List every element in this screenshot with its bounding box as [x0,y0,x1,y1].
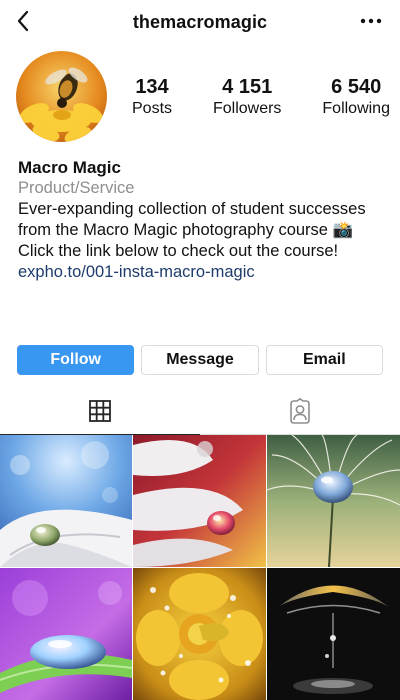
grid-icon [89,400,111,422]
profile-screen: themacromagic 134 Posts 4 151 Followers … [0,0,400,700]
bio-text-line-2: Click the link below to check out the co… [18,242,339,260]
post-thumbnail[interactable] [267,568,400,700]
following-count: 6 540 [331,76,382,98]
post-thumbnail[interactable] [267,435,400,567]
followers-count: 4 151 [222,76,273,98]
back-button[interactable] [10,8,36,34]
stat-followers[interactable]: 4 151 Followers [213,75,281,119]
chevron-left-icon [17,10,29,32]
droplet-on-petal-tip-image [133,435,266,567]
profile-display-name: Macro Magic [18,158,121,177]
tab-tagged[interactable] [200,388,400,434]
stat-posts[interactable]: 134 Posts [132,75,172,119]
more-horizontal-icon [360,18,382,24]
droplet-on-white-petal-image [0,435,132,567]
profile-avatar[interactable] [16,51,107,142]
post-thumbnail[interactable] [0,435,132,567]
post-thumbnail[interactable] [133,435,266,567]
profile-actions: Follow Message Email [17,345,383,375]
posts-count: 134 [135,76,169,98]
tab-posts-grid[interactable] [0,388,200,435]
droplet-on-leaf-purple-image [0,568,132,700]
profile-category: Product/Service [18,179,135,197]
profile-username: themacromagic [132,11,268,32]
profile-tabs [0,388,400,435]
water-splash-dark-image [267,568,400,700]
message-button[interactable]: Message [141,345,259,375]
tagged-user-icon [290,398,310,424]
post-thumbnail[interactable] [0,568,132,700]
post-thumbnail[interactable] [133,568,266,700]
followers-label: Followers [212,100,282,117]
profile-stats: 134 Posts 4 151 Followers 6 540 Followin… [132,75,390,119]
top-bar: themacromagic [0,0,400,44]
follow-button[interactable]: Follow [17,345,135,375]
avatar-bee-on-flower-image [16,51,107,142]
posts-grid [0,435,400,700]
profile-bio: Macro Magic Product/Service Ever-expandi… [18,157,388,283]
posts-label: Posts [132,100,173,117]
following-label: Following [322,100,390,117]
bio-link[interactable]: expho.to/001-insta-macro-magic [18,262,388,283]
dandelion-seed-droplet-image [267,435,400,567]
more-options-button[interactable] [358,10,384,32]
stat-following[interactable]: 6 540 Following [322,75,390,119]
bio-text-line-1: Ever-expanding collection of student suc… [18,200,366,239]
email-button[interactable]: Email [265,345,383,375]
yellow-flower-droplets-image [133,568,266,700]
